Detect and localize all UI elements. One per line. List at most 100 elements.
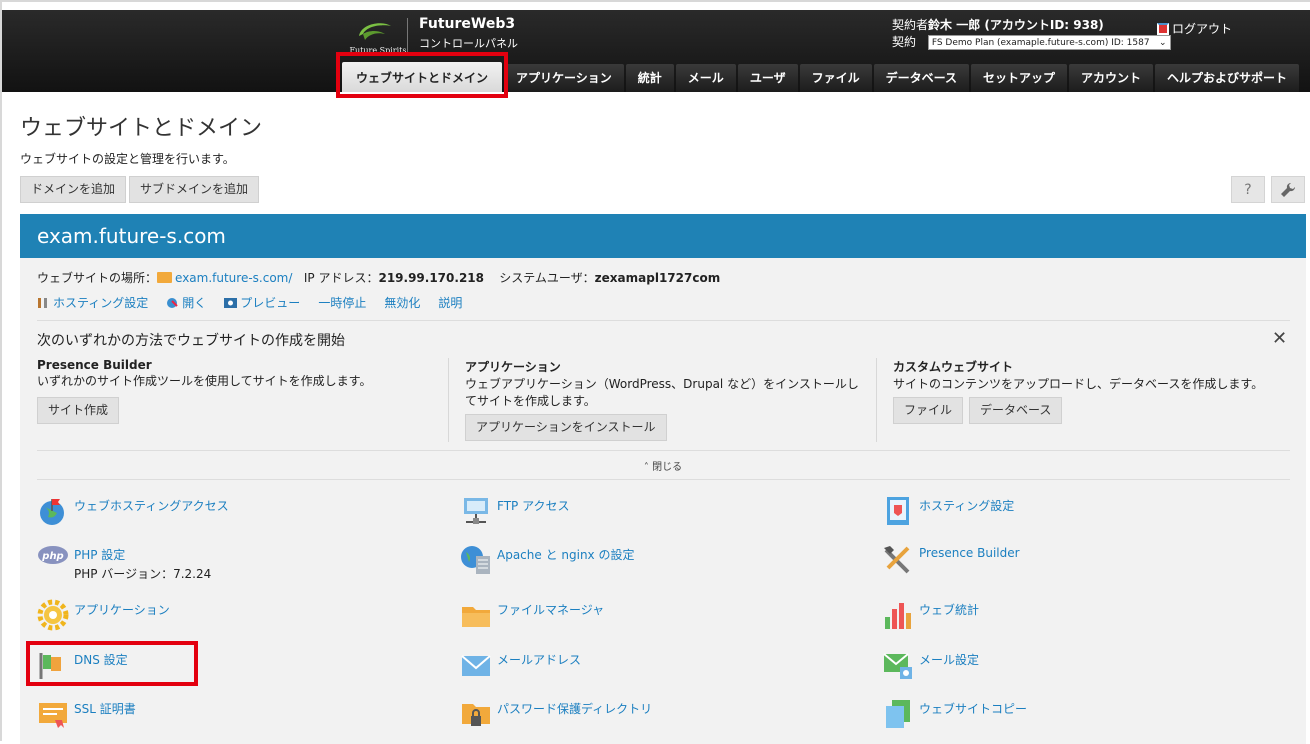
hosting-settings-icon xyxy=(887,497,909,525)
plan-row: 契約 FS Demo Plan (examaple.future-s.com) … xyxy=(892,33,1171,50)
sysuser-value: zexamapl1727com xyxy=(594,271,721,285)
mail-addresses-label: メールアドレス xyxy=(497,653,582,667)
future-spirits-logo[interactable]: Future Spirits xyxy=(347,16,407,56)
php-version: PHP バージョン：7.2.24 xyxy=(74,567,212,581)
custom-website-title: カスタムウェブサイト xyxy=(893,360,1014,374)
settings-button[interactable] xyxy=(1271,176,1305,203)
web-server-icon xyxy=(461,546,490,574)
globe-flag-icon xyxy=(40,499,64,525)
web-hosting-access-label: ウェブホスティングアクセス xyxy=(74,499,229,513)
custom-website-desc: サイトのコンテンツをアップロードし、データベースを作成します。 xyxy=(893,377,1264,391)
logo-swirl-icon xyxy=(359,23,391,40)
column-separator xyxy=(876,358,877,442)
tab-account[interactable]: アカウント xyxy=(1069,64,1154,92)
svg-text:php: php xyxy=(41,551,63,562)
plan-select[interactable]: FS Demo Plan (examaple.future-s.com) ID:… xyxy=(927,35,1171,50)
custom-website-column: カスタムウェブサイト サイトのコンテンツをアップロードし、データベースを作成しま… xyxy=(893,358,1293,393)
preview-link[interactable]: プレビュー xyxy=(224,294,300,311)
add-domain-button[interactable]: ドメインを追加 xyxy=(20,176,127,203)
builder-tools-icon xyxy=(884,546,910,574)
account-name: 鈴木 一郎 (アカウントID: 938) xyxy=(928,18,1104,32)
presence-builder-title: Presence Builder xyxy=(37,358,152,372)
tab-users[interactable]: ユーザ xyxy=(737,64,798,92)
copy-icon xyxy=(886,700,910,728)
presence-builder-label: Presence Builder xyxy=(919,546,1020,560)
install-application-button[interactable]: アプリケーションをインストール xyxy=(465,414,667,441)
web-stats-label: ウェブ統計 xyxy=(919,603,980,617)
location-link[interactable]: exam.future-s.com/ xyxy=(175,271,292,285)
php-icon: php xyxy=(38,546,68,564)
page-title: ウェブサイトとドメイン xyxy=(20,116,263,141)
folder-icon xyxy=(157,272,173,283)
create-site-button[interactable]: サイト作成 xyxy=(37,397,120,424)
suspend-link[interactable]: 一時停止 xyxy=(318,294,366,311)
divider xyxy=(37,450,1290,451)
add-subdomain-button[interactable]: サブドメインを追加 xyxy=(129,176,260,203)
password-dirs-label: パスワード保護ディレクトリ xyxy=(497,702,653,716)
ssl-label: SSL 証明書 xyxy=(74,702,136,716)
chevron-down-icon: ⌄ xyxy=(1159,38,1167,48)
ip-value: 219.99.170.218 xyxy=(378,271,484,285)
mail-settings-label: メール設定 xyxy=(919,653,980,667)
apache-nginx-label: Apache と nginx の設定 xyxy=(497,548,635,562)
close-icon[interactable]: ✕ xyxy=(1272,328,1287,349)
hosting-settings-link[interactable]: ホスティング設定 xyxy=(37,294,148,311)
bar-chart-icon xyxy=(885,603,911,629)
file-manager-label: ファイルマネージャ xyxy=(497,603,605,617)
plan-select-value: FS Demo Plan (examaple.future-s.com) ID:… xyxy=(931,38,1150,48)
brand-title: FutureWeb3 xyxy=(419,16,516,32)
php-settings-label: PHP 設定 xyxy=(74,548,126,562)
ip-label: IP アドレス： xyxy=(303,271,379,285)
tab-statistics[interactable]: 統計 xyxy=(625,64,674,92)
ftp-access-label: FTP アクセス xyxy=(497,499,570,513)
brand-separator xyxy=(407,18,408,54)
preview-label: プレビュー xyxy=(240,296,301,310)
domain-info: ウェブサイトの場所： exam.future-s.com/ IP アドレス：219… xyxy=(37,269,720,286)
applications-title: アプリケーション xyxy=(465,360,561,374)
domain-name-header[interactable]: exam.future-s.com xyxy=(20,214,1306,258)
ftp-server-icon xyxy=(464,498,488,524)
hosting-settings-label: ホスティング設定 xyxy=(53,296,149,310)
disable-link[interactable]: 無効化 xyxy=(384,294,420,311)
website-copy-label: ウェブサイトコピー xyxy=(919,702,1028,716)
presence-builder-desc: いずれかのサイト作成ツールを使用してサイトを作成します。 xyxy=(37,374,372,388)
sysuser-label: システムユーザ： xyxy=(499,271,595,285)
logout-link[interactable]: ログアウト xyxy=(1157,20,1232,37)
tab-applications[interactable]: アプリケーション xyxy=(504,64,624,92)
help-button[interactable]: ? xyxy=(1231,176,1265,203)
start-title: 次のいずれかの方法でウェブサイトの作成を開始 xyxy=(37,333,345,349)
tools-icon xyxy=(38,298,47,308)
domain-panel: exam.future-s.com ウェブサイトの場所： exam.future-… xyxy=(20,214,1306,744)
logout-icon xyxy=(1157,23,1169,35)
plan-label: 契約 xyxy=(892,35,917,49)
account-prefix: 契約者 xyxy=(892,18,929,32)
files-button[interactable]: ファイル xyxy=(893,397,964,424)
wrench-icon xyxy=(1281,182,1296,197)
description-link[interactable]: 説明 xyxy=(438,294,462,311)
folder-icon xyxy=(462,607,490,627)
tab-help-support[interactable]: ヘルプおよびサポート xyxy=(1155,64,1300,92)
databases-button[interactable]: データベース xyxy=(969,397,1063,424)
certificate-icon xyxy=(39,703,67,728)
tab-files[interactable]: ファイル xyxy=(799,64,872,92)
column-separator xyxy=(448,358,449,442)
tab-setup[interactable]: セットアップ xyxy=(971,64,1068,92)
logout-label: ログアウト xyxy=(1172,22,1233,36)
divider xyxy=(37,320,1290,321)
divider xyxy=(37,479,1290,480)
tab-mail[interactable]: メール xyxy=(675,64,736,92)
tab-databases[interactable]: データベース xyxy=(873,64,969,92)
page-description: ウェブサイトの設定と管理を行います。 xyxy=(20,152,235,166)
presence-builder-column: Presence Builder いずれかのサイト作成ツールを使用してサイトを作… xyxy=(37,358,437,390)
brand-subtitle: コントロールパネル xyxy=(419,37,518,50)
envelope-icon xyxy=(461,655,491,676)
locked-folder-icon xyxy=(462,704,490,726)
location-label: ウェブサイトの場所： xyxy=(37,271,158,285)
hosting-settings-label: ホスティング設定 xyxy=(919,499,1015,513)
open-link[interactable]: 開く xyxy=(166,294,206,311)
gear-icon xyxy=(37,599,69,631)
domain-actions: ホスティング設定 開く プレビュー 一時停止 無効化 説明 xyxy=(37,294,462,311)
collapse-toggle[interactable]: ˄ 閉じる xyxy=(20,458,1306,473)
account-info: 契約者鈴木 一郎 (アカウントID: 938) xyxy=(892,16,1104,33)
globe-icon xyxy=(167,298,178,308)
